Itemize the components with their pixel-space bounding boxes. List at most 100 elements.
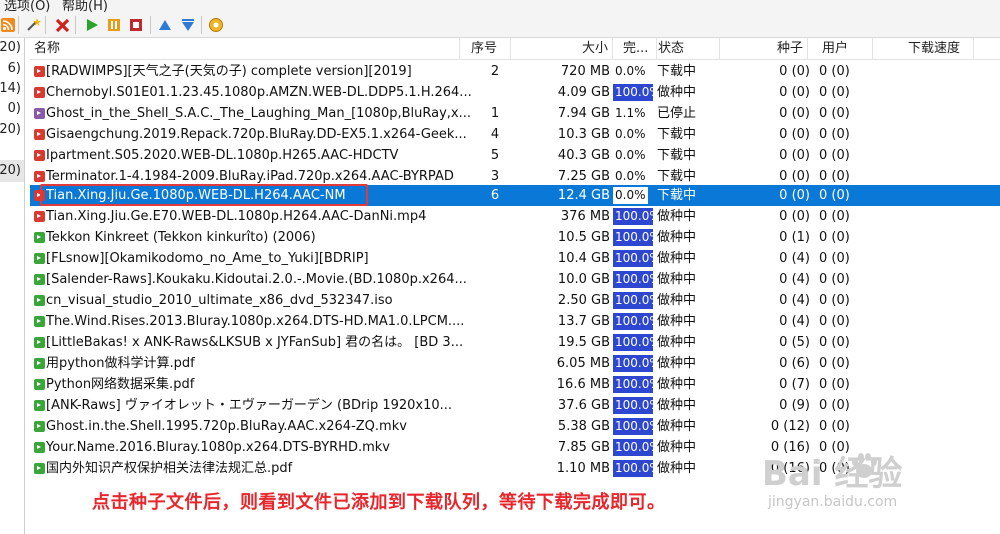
baidu-watermark: Bai 经验 jingyan.baidu.com <box>762 446 998 518</box>
settings-icon[interactable] <box>208 17 224 33</box>
column-speed[interactable]: 下载速度 <box>904 38 974 60</box>
torrent-seeds: 0 (0) <box>779 188 810 203</box>
category-count[interactable]: 14) <box>0 81 21 96</box>
category-count[interactable]: 20) <box>0 122 21 137</box>
torrent-seq <box>485 458 505 479</box>
torrent-status: 下载中 <box>657 64 697 79</box>
move-up-icon[interactable] <box>157 17 173 33</box>
torrent-seeds: 0 (4) <box>779 314 810 329</box>
wand-icon[interactable] <box>25 17 41 33</box>
table-row[interactable]: Chernobyl.S01E01.1.23.45.1080p.AMZN.WEB-… <box>30 82 1000 103</box>
progress-value: 100.0% <box>613 229 653 246</box>
torrent-size: 1.10 MB <box>556 461 610 476</box>
torrent-status-icon <box>34 66 45 77</box>
watermark-logo-text: Bai 经验 <box>762 454 903 494</box>
torrent-size: 13.7 GB <box>557 314 610 329</box>
torrent-seq <box>485 206 505 227</box>
category-count[interactable]: 20) <box>0 163 21 178</box>
torrent-users: 0 (0) <box>819 230 850 245</box>
torrent-seq <box>485 353 505 374</box>
table-row[interactable]: Ghost.in.the.Shell.1995.720p.BluRay.AAC.… <box>30 416 1000 437</box>
torrent-progress: 100.0% <box>613 311 653 332</box>
pause-icon[interactable] <box>106 17 122 33</box>
progress-value: 0.0% <box>615 127 646 141</box>
category-count[interactable]: 20) <box>0 40 21 55</box>
torrent-seeds: 0 (0) <box>779 148 810 163</box>
torrent-size: 19.5 GB <box>557 335 610 350</box>
column-users[interactable]: 用户 <box>818 38 873 60</box>
menu-options[interactable]: 选项(O) <box>4 0 50 12</box>
torrent-seeds: 0 (0) <box>779 209 810 224</box>
torrent-seeds: 0 (4) <box>779 272 810 287</box>
torrent-status: 下载中 <box>657 169 697 184</box>
category-count[interactable]: 6) <box>8 61 21 76</box>
torrent-progress: 100.0% <box>613 395 653 416</box>
torrent-seeds: 0 (9) <box>779 398 810 413</box>
column-seeds[interactable]: 种子 <box>736 38 808 60</box>
torrent-users: 0 (0) <box>819 127 850 142</box>
table-row[interactable]: 用python做科学计算.pdf 6.05 MB 100.0% 做种中 0 (6… <box>30 353 1000 374</box>
torrent-size: 10.5 GB <box>557 230 610 245</box>
table-row[interactable]: [LittleBakas! x ANK-Raws&LKSUB x JYFanSu… <box>30 332 1000 353</box>
table-row[interactable]: [ANK-Raws] ヴァイオレット・エヴァーガーデン (BDrip 1920x… <box>30 395 1000 416</box>
move-down-icon[interactable] <box>180 17 196 33</box>
column-done[interactable]: 完... <box>619 38 657 60</box>
table-row[interactable]: [FLsnow][Okamikodomo_no_Ame_to_Yuki][BDR… <box>30 248 1000 269</box>
torrent-progress: 1.1% <box>613 103 653 124</box>
torrent-users: 0 (0) <box>819 106 850 121</box>
torrent-status-icon <box>34 421 45 432</box>
play-icon[interactable] <box>84 17 100 33</box>
torrent-progress: 100.0% <box>613 269 653 290</box>
torrent-seeds: 0 (4) <box>779 293 810 308</box>
torrent-seq <box>485 416 505 437</box>
column-seq[interactable]: 序号 <box>467 38 511 60</box>
progress-value: 0.0% <box>615 148 646 162</box>
category-count[interactable]: 0) <box>8 101 21 116</box>
column-status[interactable]: 状态 <box>654 38 720 60</box>
torrent-progress: 100.0% <box>613 416 653 437</box>
torrent-seeds: 0 (12) <box>770 419 810 434</box>
torrent-progress: 100.0% <box>613 332 653 353</box>
torrent-seq <box>485 82 505 103</box>
torrent-name: Ipartment.S05.2020.WEB-DL.1080p.H265.AAC… <box>46 148 399 163</box>
torrent-seeds: 0 (7) <box>779 377 810 392</box>
torrent-status: 做种中 <box>657 461 697 476</box>
torrent-status: 做种中 <box>657 440 697 455</box>
table-row[interactable]: cn_visual_studio_2010_ultimate_x86_dvd_5… <box>30 290 1000 311</box>
torrent-seeds: 0 (0) <box>779 64 810 79</box>
torrent-seq: 3 <box>490 169 500 184</box>
torrent-progress: 100.0% <box>613 290 653 311</box>
torrent-status: 做种中 <box>657 335 697 350</box>
table-row[interactable]: Ipartment.S05.2020.WEB-DL.1080p.H265.AAC… <box>30 145 1000 166</box>
progress-value: 100.0% <box>613 250 653 267</box>
progress-value: 100.0% <box>613 397 653 414</box>
column-name[interactable]: 名称 <box>30 38 460 60</box>
stop-icon[interactable] <box>128 17 144 33</box>
torrent-status-icon <box>34 253 45 264</box>
table-row[interactable]: Gisaengchung.2019.Repack.720p.BluRay.DD-… <box>30 124 1000 145</box>
torrent-size: 37.6 GB <box>557 398 610 413</box>
table-row[interactable]: [Salender-Raws].Koukaku.Kidoutai.2.0.-.M… <box>30 269 1000 290</box>
torrent-users: 0 (0) <box>819 148 850 163</box>
torrent-progress: 0.0% <box>613 61 653 82</box>
torrent-progress: 0.0% <box>613 166 653 187</box>
table-row[interactable]: The.Wind.Rises.2013.Bluray.1080p.x264.DT… <box>30 311 1000 332</box>
column-size[interactable]: 大小 <box>540 38 613 60</box>
rss-icon[interactable] <box>0 17 16 33</box>
torrent-name: [RADWIMPS][天气之子(天気の子) complete version][… <box>46 64 412 79</box>
menu-help[interactable]: 帮助(H) <box>62 0 108 12</box>
torrent-status: 做种中 <box>657 272 697 287</box>
torrent-name: [Salender-Raws].Koukaku.Kidoutai.2.0.-.M… <box>46 272 467 287</box>
table-row[interactable]: Tian.Xing.Jiu.Ge.E70.WEB-DL.1080p.H264.A… <box>30 206 1000 227</box>
torrent-status: 做种中 <box>657 356 697 371</box>
torrent-size: 10.3 GB <box>557 127 610 142</box>
table-row[interactable]: Python网络数据采集.pdf 16.6 MB 100.0% 做种中 0 (7… <box>30 374 1000 395</box>
torrent-seq: 4 <box>490 127 500 142</box>
table-row[interactable]: Ghost_in_the_Shell_S.A.C._The_Laughing_M… <box>30 103 1000 124</box>
delete-icon[interactable] <box>54 17 70 33</box>
table-row[interactable]: Tekkon Kinkreet (Tekkon kinkurîto) (2006… <box>30 227 1000 248</box>
torrent-size: 10.4 GB <box>557 251 610 266</box>
torrent-status: 做种中 <box>657 230 697 245</box>
table-row[interactable]: [RADWIMPS][天气之子(天気の子) complete version][… <box>30 61 1000 82</box>
torrent-name: The.Wind.Rises.2013.Bluray.1080p.x264.DT… <box>46 314 465 329</box>
